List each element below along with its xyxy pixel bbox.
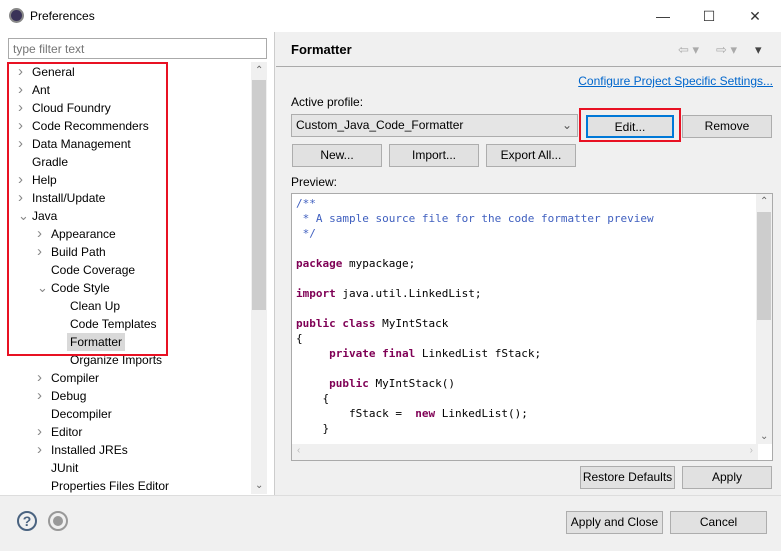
chevron-right-icon[interactable]: › [37, 369, 47, 387]
profile-select[interactable]: Custom_Java_Code_Formatter ⌄ [291, 114, 578, 137]
scroll-down-icon[interactable]: ⌄ [760, 431, 768, 442]
chevron-right-icon[interactable]: › [37, 387, 47, 405]
code-line: private final LinkedList fStack; [296, 346, 654, 361]
apply-button[interactable]: Apply [682, 466, 772, 489]
header-divider [276, 66, 781, 67]
code-token: { [296, 392, 330, 405]
code-line: fStack = new LinkedList(); [296, 406, 654, 421]
window-title: Preferences [30, 9, 95, 23]
code-line: public class MyIntStack [296, 316, 654, 331]
code-token: LinkedList(); [441, 407, 528, 420]
code-token: import [296, 287, 336, 300]
code-token: final [382, 347, 416, 360]
preview-horizontal-scrollbar[interactable]: ‹ › [292, 444, 758, 460]
close-button[interactable]: ✕ [732, 4, 778, 28]
code-line: * A sample source file for the code form… [296, 211, 654, 226]
cancel-button[interactable]: Cancel [670, 511, 767, 534]
code-token: fStack = [296, 407, 409, 420]
export-all-button[interactable]: Export All... [486, 144, 576, 167]
preview-label: Preview: [291, 175, 338, 189]
tree-scrollbar-thumb[interactable] [252, 80, 266, 310]
tree-item-label: Decompiler [51, 407, 112, 421]
code-token: class [342, 317, 376, 330]
scroll-left-icon[interactable]: ‹ [297, 445, 300, 456]
scroll-right-icon[interactable]: › [750, 445, 753, 456]
profile-value: Custom_Java_Code_Formatter [296, 118, 464, 132]
code-line: package mypackage; [296, 256, 654, 271]
tree-item-label: Installed JREs [51, 443, 128, 457]
project-settings-link[interactable]: Configure Project Specific Settings... [578, 74, 773, 88]
code-token: } [296, 422, 330, 435]
code-token: private [329, 347, 376, 360]
code-preview: /** * A sample source file for the code … [296, 196, 654, 436]
code-token: package [296, 257, 343, 270]
code-token: */ [296, 227, 316, 240]
code-line: { [296, 331, 654, 346]
highlight-box-tree [7, 62, 168, 356]
apply-and-close-button[interactable]: Apply and Close [566, 511, 663, 534]
chevron-right-icon[interactable]: › [37, 441, 47, 459]
tree-item-label: Debug [51, 389, 87, 403]
back-icon[interactable]: ⇦ ▾ [678, 42, 699, 58]
active-profile-label: Active profile: [291, 95, 364, 109]
code-token: * A sample source file for the code form… [296, 212, 654, 225]
tree-item-label: Properties Files Editor [51, 479, 170, 493]
code-token: /** [296, 197, 316, 210]
new-button[interactable]: New... [292, 144, 382, 167]
preview-scrollbar-thumb[interactable] [757, 212, 771, 320]
code-line: */ [296, 226, 654, 241]
footer-divider [0, 495, 781, 496]
tree-item-label: Editor [51, 425, 83, 439]
page-title: Formatter [291, 42, 352, 57]
code-token: public [296, 317, 336, 330]
code-token: LinkedList fStack; [421, 347, 542, 360]
scroll-down-icon[interactable]: ⌄ [255, 480, 263, 491]
code-token: MyIntStack [382, 317, 449, 330]
import-button[interactable]: Import... [389, 144, 479, 167]
code-token: MyIntStack() [375, 377, 455, 390]
title-bar: Preferences — ☐ ✕ [0, 0, 781, 32]
minimize-button[interactable]: — [640, 4, 686, 28]
filter-input[interactable] [8, 38, 267, 59]
chevron-right-icon[interactable]: › [37, 423, 47, 441]
record-macro-icon[interactable] [48, 511, 68, 531]
help-icon[interactable]: ? [17, 511, 37, 531]
chevron-down-icon: ⌄ [561, 118, 572, 132]
code-token: public [329, 377, 369, 390]
scroll-up-icon[interactable]: ⌃ [760, 196, 768, 207]
code-line: public MyIntStack() [296, 376, 654, 391]
eclipse-app-icon [9, 8, 24, 23]
code-line: { [296, 391, 654, 406]
maximize-button[interactable]: ☐ [686, 4, 732, 28]
menu-dropdown-icon[interactable]: ▾ [755, 42, 762, 58]
highlight-box-edit [579, 108, 681, 142]
tree-item-label: Compiler [51, 371, 100, 385]
preview-pane[interactable]: /** * A sample source file for the code … [291, 193, 773, 461]
forward-icon[interactable]: ⇨ ▾ [716, 42, 737, 58]
tree-item-label: JUnit [51, 461, 79, 475]
code-line: import java.util.LinkedList; [296, 286, 654, 301]
scroll-up-icon[interactable]: ⌃ [255, 65, 263, 76]
code-line: /** [296, 196, 654, 211]
code-line: } [296, 421, 654, 436]
restore-defaults-button[interactable]: Restore Defaults [580, 466, 675, 489]
code-token: { [296, 332, 303, 345]
code-token: mypackage; [348, 257, 416, 270]
code-token: java.util.LinkedList; [342, 287, 482, 300]
remove-button[interactable]: Remove [682, 115, 772, 138]
code-token: new [415, 407, 436, 420]
